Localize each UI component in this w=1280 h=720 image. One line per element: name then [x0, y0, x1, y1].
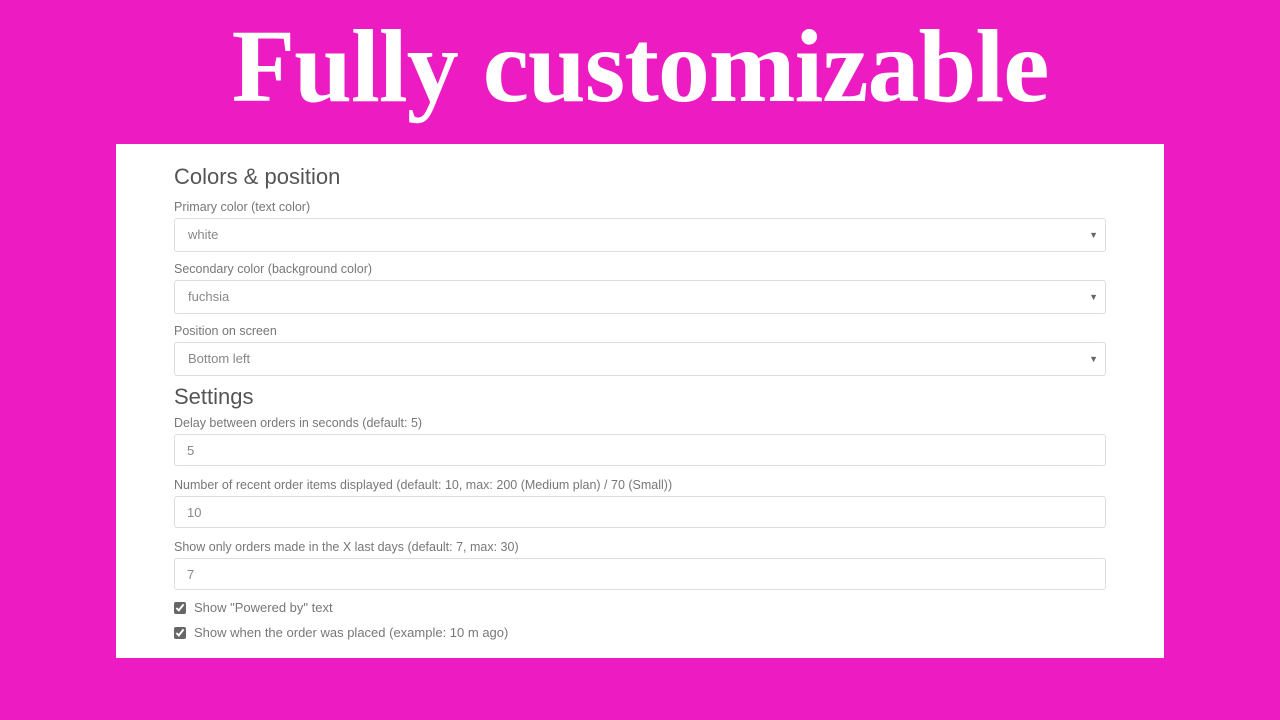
recent-items-input[interactable] [174, 496, 1106, 528]
delay-input[interactable] [174, 434, 1106, 466]
secondary-color-select[interactable]: fuchsia [174, 280, 1106, 314]
hero-title: Fully customizable [0, 0, 1280, 144]
secondary-color-label: Secondary color (background color) [174, 262, 1106, 276]
position-select[interactable]: Bottom left [174, 342, 1106, 376]
show-when-label: Show when the order was placed (example:… [194, 625, 508, 640]
powered-by-checkbox[interactable] [174, 602, 186, 614]
position-label: Position on screen [174, 324, 1106, 338]
days-input[interactable] [174, 558, 1106, 590]
primary-color-select[interactable]: white [174, 218, 1106, 252]
delay-label: Delay between orders in seconds (default… [174, 416, 1106, 430]
days-label: Show only orders made in the X last days… [174, 540, 1106, 554]
powered-by-label: Show "Powered by" text [194, 600, 333, 615]
settings-panel: Colors & position Primary color (text co… [116, 144, 1164, 658]
colors-section-title: Colors & position [174, 164, 1106, 190]
show-when-checkbox[interactable] [174, 627, 186, 639]
recent-items-label: Number of recent order items displayed (… [174, 478, 1106, 492]
settings-section-title: Settings [174, 384, 1106, 410]
primary-color-label: Primary color (text color) [174, 200, 1106, 214]
